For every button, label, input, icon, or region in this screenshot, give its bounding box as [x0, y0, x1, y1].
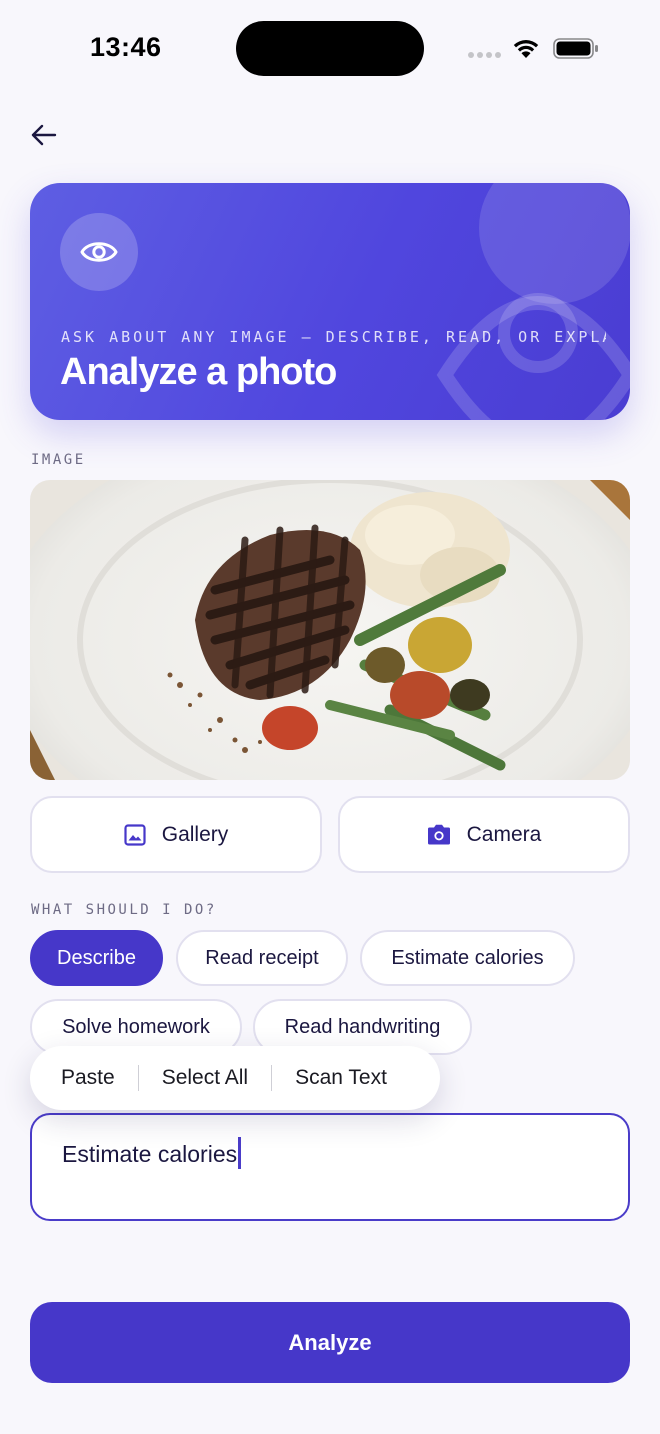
eye-icon	[80, 242, 118, 262]
selected-photo[interactable]	[30, 480, 630, 780]
cellular-signal-icon	[468, 52, 501, 58]
status-time: 13:46	[90, 32, 162, 62]
chip-estimate-calories[interactable]: Estimate calories	[360, 930, 575, 986]
context-menu-paste[interactable]: Paste	[61, 1066, 115, 1090]
hero-eye-badge	[60, 213, 138, 291]
context-menu-divider	[137, 1065, 139, 1091]
actions-section-label: WHAT SHOULD I DO?	[31, 902, 217, 918]
context-menu-select-all[interactable]: Select All	[162, 1066, 248, 1090]
battery-icon	[553, 38, 598, 59]
hero-subtitle: ASK ABOUT ANY IMAGE — DESCRIBE, READ, OR…	[61, 328, 606, 346]
context-menu-divider	[271, 1065, 273, 1091]
camera-button[interactable]: Camera	[338, 796, 630, 873]
context-menu-scan-text[interactable]: Scan Text	[295, 1066, 387, 1090]
chip-describe[interactable]: Describe	[30, 930, 163, 986]
chip-read-receipt[interactable]: Read receipt	[176, 930, 348, 986]
prompt-input[interactable]: Estimate calories	[30, 1113, 630, 1221]
food-photo-illustration	[30, 480, 630, 780]
back-button[interactable]	[24, 116, 62, 154]
hero-card: ASK ABOUT ANY IMAGE — DESCRIBE, READ, OR…	[30, 183, 630, 420]
dynamic-island	[236, 21, 424, 76]
wifi-icon	[513, 40, 539, 58]
page-title: Analyze a photo	[60, 351, 337, 393]
gallery-button[interactable]: Gallery	[30, 796, 322, 873]
edit-context-menu: Paste Select All Scan Text	[30, 1046, 440, 1110]
image-section-label: IMAGE	[31, 452, 86, 468]
prompt-input-value: Estimate calories	[62, 1141, 238, 1167]
camera-icon	[427, 824, 450, 845]
image-icon	[124, 823, 146, 846]
status-bar: 13:46	[0, 0, 660, 100]
arrow-left-icon	[31, 124, 57, 146]
text-caret	[238, 1137, 241, 1169]
camera-button-label: Camera	[466, 822, 542, 846]
gallery-button-label: Gallery	[161, 822, 229, 846]
analyze-button[interactable]: Analyze	[30, 1302, 630, 1383]
